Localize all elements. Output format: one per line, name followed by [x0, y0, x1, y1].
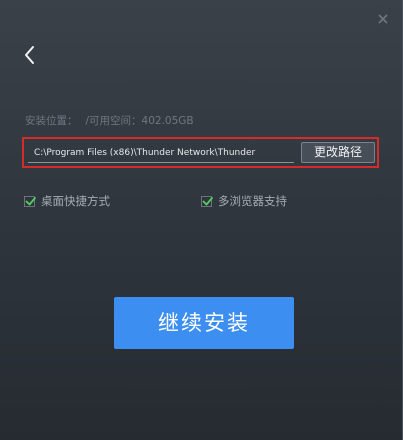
multi-browser-checkbox[interactable] — [201, 195, 213, 207]
checkmark-icon — [202, 196, 213, 205]
install-path-input[interactable] — [28, 143, 294, 163]
continue-install-button[interactable]: 继续安装 — [114, 297, 294, 349]
close-icon — [378, 14, 388, 24]
install-location-info: 安装位置： /可用空间：402.05GB — [25, 113, 194, 128]
change-path-button[interactable]: 更改路径 — [301, 142, 375, 163]
desktop-shortcut-label: 桌面快捷方式 — [41, 194, 110, 208]
desktop-shortcut-option[interactable]: 桌面快捷方式 — [24, 193, 110, 209]
available-space-text: /可用空间：402.05GB — [85, 115, 194, 127]
install-path-group: 更改路径 — [22, 137, 379, 168]
back-button[interactable] — [22, 44, 38, 66]
chevron-left-icon — [25, 46, 34, 64]
checkmark-icon — [25, 196, 36, 205]
desktop-shortcut-checkbox[interactable] — [24, 195, 36, 207]
install-location-label: 安装位置： — [25, 115, 78, 127]
close-button[interactable] — [377, 10, 389, 24]
multi-browser-label: 多浏览器支持 — [218, 194, 287, 208]
multi-browser-option[interactable]: 多浏览器支持 — [201, 193, 287, 209]
